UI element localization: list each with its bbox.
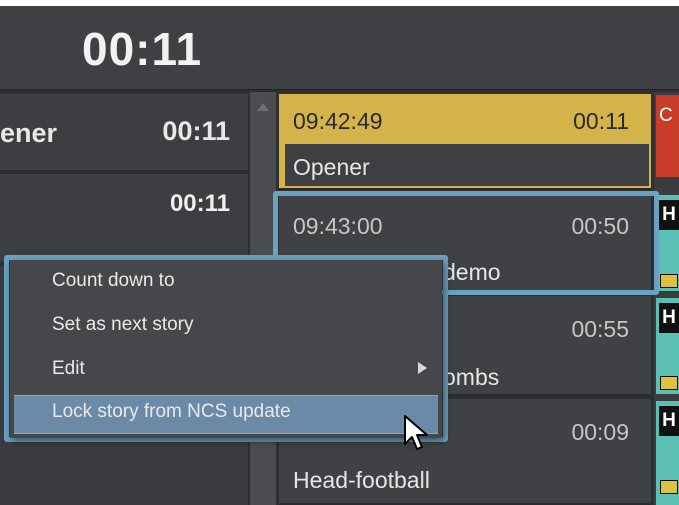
left-list-item[interactable]: 00:11 xyxy=(0,174,248,264)
story-duration: 00:11 xyxy=(573,108,629,134)
story-name: ombs xyxy=(443,364,500,390)
left-item-duration: 00:11 xyxy=(162,116,230,146)
left-item-duration: 00:11 xyxy=(169,190,230,217)
tag-small-icon xyxy=(660,480,678,494)
story-duration: 00:09 xyxy=(571,419,629,445)
red-block-label: C xyxy=(659,105,673,126)
story-time: 09:42:49 xyxy=(293,108,383,134)
story-name: Opener xyxy=(293,154,370,180)
tag-badge: H xyxy=(659,200,679,230)
story-duration: 00:55 xyxy=(571,316,629,342)
menu-item-count-down[interactable]: Count down to xyxy=(52,270,175,292)
menu-item-edit[interactable]: Edit xyxy=(52,358,85,380)
mouse-cursor-icon xyxy=(404,415,428,450)
menu-item-lock-story[interactable]: Lock story from NCS update xyxy=(52,401,291,423)
tag-small-icon xyxy=(660,274,678,288)
tag-small-icon xyxy=(660,376,678,390)
tag-badge: H xyxy=(659,406,679,436)
countdown-timer: 00:11 xyxy=(82,23,203,75)
tag-badge: H xyxy=(659,303,679,333)
scroll-up-icon[interactable] xyxy=(257,103,269,111)
context-menu: Count down to Set as next story Edit Loc… xyxy=(10,260,442,438)
story-name: Head-football xyxy=(293,467,430,493)
menu-item-set-next-story[interactable]: Set as next story xyxy=(52,314,194,336)
left-list-item[interactable]: ener 00:11 xyxy=(0,94,248,172)
submenu-arrow-icon xyxy=(418,362,427,374)
left-item-name: ener xyxy=(0,118,58,148)
story-item-opener[interactable]: 09:42:49 00:11 Opener xyxy=(279,94,651,190)
red-status-block: C xyxy=(656,95,679,177)
